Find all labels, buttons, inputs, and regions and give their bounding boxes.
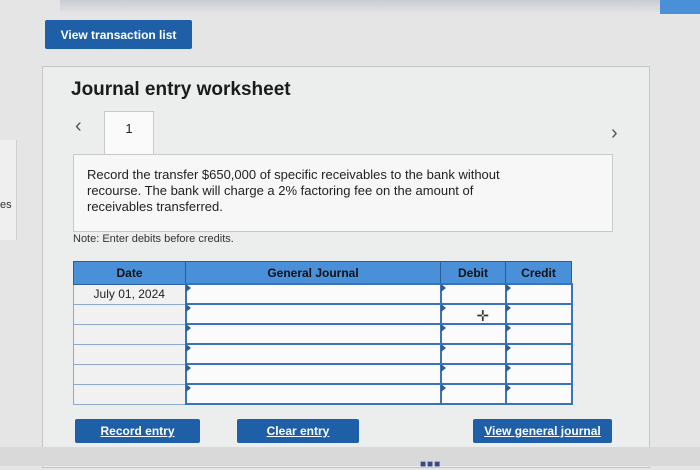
debit-cell[interactable] [439, 323, 507, 345]
worksheet-title: Journal entry worksheet [71, 79, 291, 100]
credit-cell[interactable] [504, 283, 573, 305]
transaction-description: Record the transfer $650,000 of specific… [73, 154, 613, 232]
bottom-bar [0, 447, 700, 466]
column-header-general-journal: General Journal [185, 261, 441, 285]
view-transaction-list-button[interactable]: View transaction list [45, 20, 192, 49]
account-cell[interactable] [184, 283, 442, 305]
tab-1[interactable]: 1 [104, 111, 154, 156]
date-cell[interactable]: July 01, 2024 [73, 283, 186, 305]
date-cell[interactable] [73, 363, 186, 385]
journal-table: Date General Journal Debit Credit July 0… [73, 261, 573, 405]
table-row [73, 363, 573, 385]
credit-cell[interactable] [504, 343, 573, 365]
record-entry-button[interactable]: Record entry [75, 419, 200, 443]
description-text: Record the transfer $650,000 of specific… [87, 167, 500, 214]
debit-cell[interactable] [439, 363, 507, 385]
top-accent [660, 0, 700, 14]
debit-cell[interactable] [439, 283, 507, 305]
chevron-left-icon[interactable]: ‹ [75, 115, 82, 138]
journal-entry-worksheet: Journal entry worksheet ‹ 1 › Record the… [42, 66, 650, 468]
account-cell[interactable] [184, 323, 442, 345]
date-cell[interactable] [73, 383, 186, 405]
left-panel-edge [0, 140, 17, 240]
table-header-row: Date General Journal Debit Credit [73, 261, 572, 285]
more-dots-icon: ■■■ [420, 459, 442, 470]
credit-cell[interactable] [504, 363, 573, 385]
debit-cell[interactable]: ✛ [439, 303, 507, 325]
debit-cell[interactable] [439, 343, 507, 365]
table-row [73, 343, 573, 365]
account-cell[interactable] [184, 363, 442, 385]
table-row [73, 383, 573, 405]
debit-cell[interactable] [439, 383, 507, 405]
column-header-debit: Debit [440, 261, 506, 285]
account-cell[interactable] [184, 343, 442, 365]
top-border [60, 0, 700, 12]
credit-cell[interactable] [504, 383, 573, 405]
clear-entry-button[interactable]: Clear entry [237, 419, 359, 443]
chevron-right-icon[interactable]: › [611, 122, 618, 145]
table-row: July 01, 2024 [73, 283, 573, 305]
date-cell[interactable] [73, 343, 186, 365]
account-cell[interactable] [184, 383, 442, 405]
view-general-journal-button[interactable]: View general journal [473, 419, 612, 443]
account-cell[interactable] [184, 303, 442, 325]
left-panel-text: es [0, 199, 12, 211]
credit-cell[interactable] [504, 303, 573, 325]
date-cell[interactable] [73, 303, 186, 325]
column-header-date: Date [73, 261, 186, 285]
date-cell[interactable] [73, 323, 186, 345]
table-row [73, 323, 573, 345]
column-header-credit: Credit [505, 261, 572, 285]
credit-cell[interactable] [504, 323, 573, 345]
table-row: ✛ [73, 303, 573, 325]
move-cursor-icon: ✛ [476, 308, 490, 325]
note-text: Note: Enter debits before credits. [73, 233, 234, 245]
